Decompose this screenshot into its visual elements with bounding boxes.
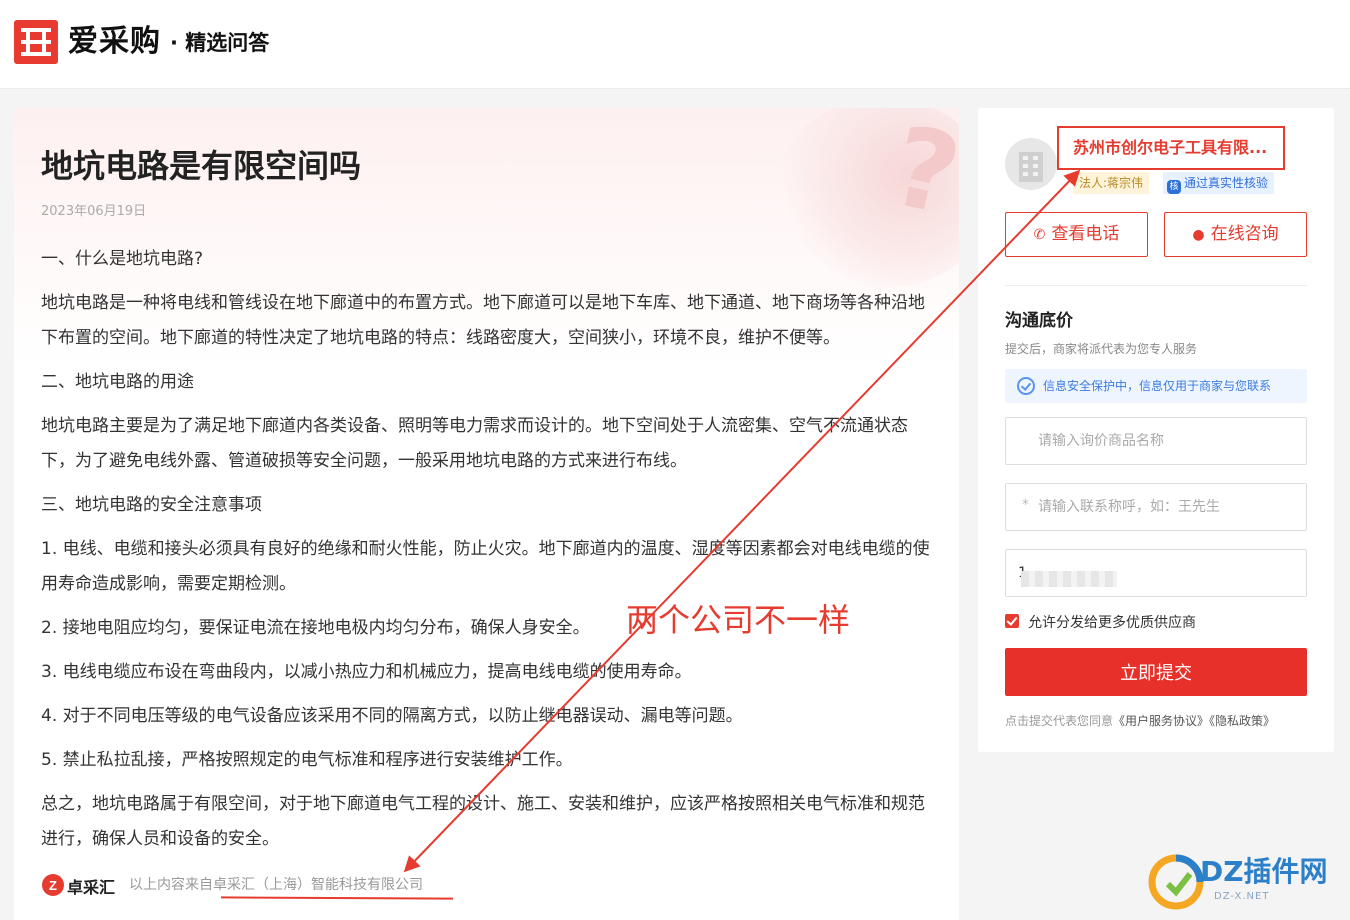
annotation-arrow-line [403,169,1081,873]
watermark-url: DZ-X.NET [1214,891,1270,902]
annotation-text: 两个公司不一样 [626,601,851,639]
watermark-text: DZ插件网 [1200,855,1328,888]
annotation-arrows [403,169,1081,873]
required-mark: * [1022,497,1029,513]
